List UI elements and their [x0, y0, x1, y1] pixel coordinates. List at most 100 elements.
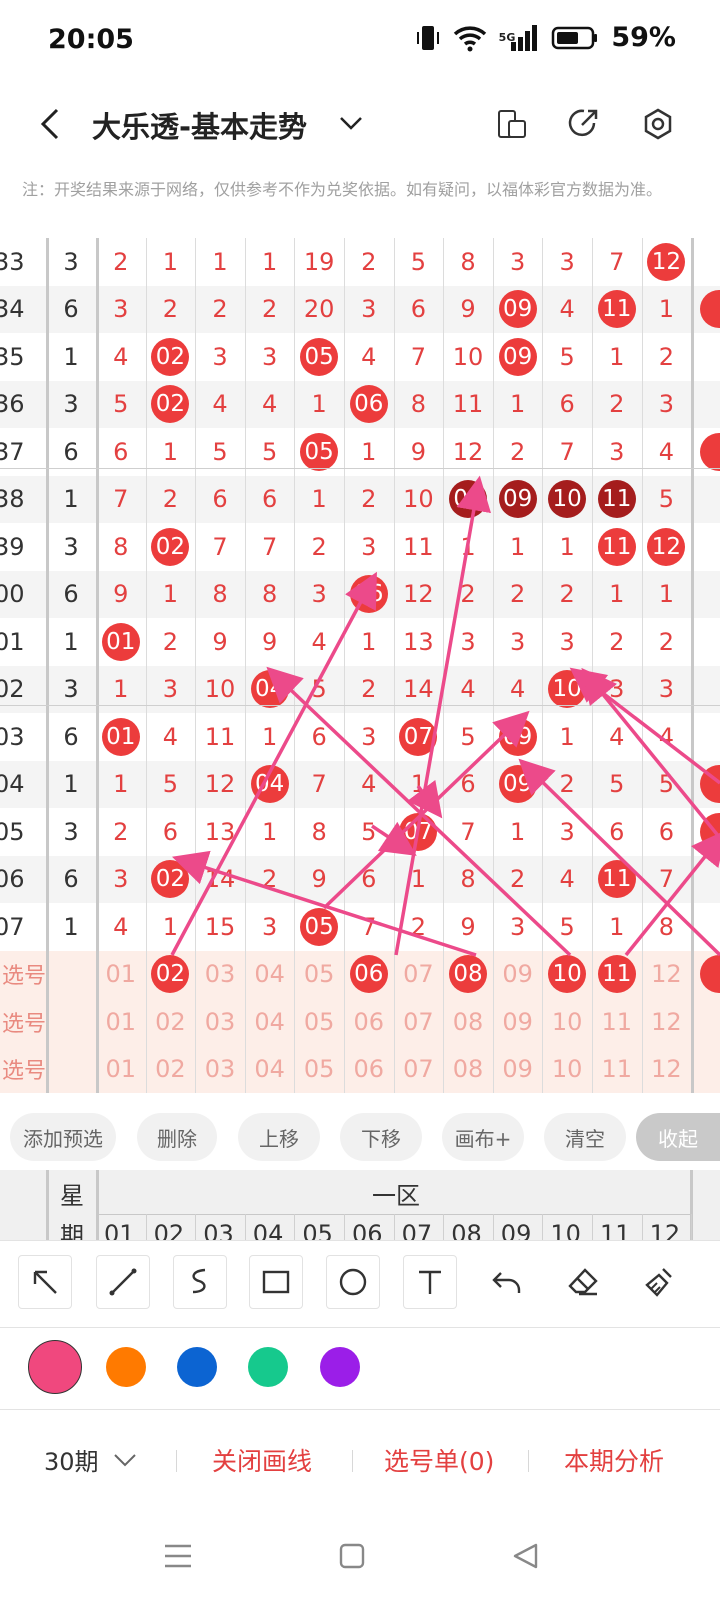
- broom-icon: [645, 1268, 672, 1297]
- miss-count-cell: 10: [452, 342, 484, 371]
- miss-count-cell[interactable]: 07: [394, 998, 444, 1046]
- number-ball-cell: 02: [146, 381, 196, 429]
- curve-tool-button[interactable]: [173, 1255, 227, 1309]
- weekday-value: 3: [63, 247, 79, 276]
- drawn-number-ball: 10: [548, 670, 587, 709]
- miss-count-cell[interactable]: 10: [542, 1046, 592, 1094]
- miss-count-cell: 3: [113, 865, 129, 894]
- color-swatch-purple[interactable]: [320, 1347, 360, 1387]
- clear-canvas-button[interactable]: [632, 1255, 686, 1309]
- drawn-number-ball: 09: [498, 765, 537, 804]
- miss-count-cell[interactable]: 04: [245, 998, 295, 1046]
- color-swatch-orange[interactable]: [106, 1347, 146, 1387]
- weekday-value: 1: [63, 342, 79, 371]
- miss-count-cell[interactable]: 03: [195, 998, 245, 1046]
- miss-count-cell[interactable]: 09: [493, 1046, 543, 1094]
- number-ball-cell[interactable]: 06: [344, 951, 394, 999]
- miss-count-cell[interactable]: 05: [294, 998, 344, 1046]
- add-preselect-button[interactable]: 添加预选: [10, 1113, 116, 1161]
- home-nav-button[interactable]: [330, 1534, 374, 1578]
- move-up-button[interactable]: 上移: [238, 1113, 320, 1161]
- miss-count-cell: 4: [361, 342, 377, 371]
- miss-count-cell[interactable]: 01: [96, 1046, 146, 1094]
- switch-layout-button[interactable]: [492, 104, 532, 144]
- miss-count-cell[interactable]: 09: [493, 998, 543, 1046]
- miss-count-cell[interactable]: 06: [344, 998, 394, 1046]
- menu-nav-button[interactable]: [156, 1534, 200, 1578]
- miss-count-cell[interactable]: 05: [294, 951, 344, 999]
- drawn-number-ball: 02: [151, 337, 190, 376]
- miss-count-cell[interactable]: 04: [245, 1046, 295, 1094]
- drawn-number-ball: 06: [349, 955, 388, 994]
- drawn-number-ball: 08: [448, 480, 487, 519]
- miss-count-cell[interactable]: 01: [96, 951, 146, 999]
- miss-count-cell: 1: [261, 817, 278, 846]
- miss-count-cell[interactable]: 08: [443, 1046, 493, 1094]
- ticket-button[interactable]: 选号单(0): [384, 1442, 494, 1478]
- divider: [176, 1450, 177, 1472]
- page-title[interactable]: 大乐透-基本走势: [92, 104, 307, 146]
- arrow-tool-button[interactable]: [18, 1255, 72, 1309]
- period-analysis-button[interactable]: 本期分析: [564, 1442, 664, 1478]
- miss-count-cell[interactable]: 12: [642, 998, 692, 1046]
- miss-count-cell: 2: [261, 865, 278, 894]
- line-tool-button[interactable]: [96, 1255, 150, 1309]
- miss-count-cell[interactable]: 01: [96, 998, 146, 1046]
- miss-count-cell[interactable]: 10: [542, 998, 592, 1046]
- miss-count-cell: 13: [403, 627, 434, 656]
- collapse-button[interactable]: 收起: [636, 1113, 720, 1161]
- trend-table[interactable]: 33 3 2 1 1 1 19 2 5 8 3 3 7 12 34 6 3 2 2 2 20 3 6 9 09 4 11 1 35 1 4 0…: [0, 238, 720, 1100]
- drawn-number-ball: 04: [250, 765, 289, 804]
- selection-actions: 添加预选 删除 上移 下移 画布+ 清空 收起: [0, 1100, 720, 1170]
- selection-row[interactable]: 选号 01 02 03 04 05 06 07 08 09 10 11 12: [0, 998, 720, 1046]
- number-ball-cell: 11: [592, 523, 642, 571]
- move-down-button[interactable]: 下移: [340, 1113, 422, 1161]
- color-swatch-green[interactable]: [248, 1347, 288, 1387]
- undo-button[interactable]: [480, 1255, 534, 1309]
- selection-row[interactable]: 选号 01 02 03 04 05 06 07 08 09 10 11 12: [0, 1045, 720, 1094]
- number-ball-cell[interactable]: 08: [443, 951, 493, 999]
- miss-count-cell: 6: [460, 770, 476, 799]
- miss-count-cell[interactable]: 07: [394, 1046, 444, 1094]
- miss-count-cell: 13: [204, 817, 236, 846]
- miss-count-cell[interactable]: 07: [394, 951, 444, 999]
- share-button[interactable]: [563, 104, 603, 144]
- clear-button[interactable]: 清空: [544, 1113, 626, 1161]
- miss-count-cell[interactable]: 02: [146, 1046, 196, 1094]
- miss-count-cell[interactable]: 08: [443, 998, 493, 1046]
- number-ball-cell[interactable]: 11: [592, 951, 642, 999]
- miss-count-cell[interactable]: 04: [245, 951, 295, 999]
- miss-count-cell[interactable]: 12: [642, 1046, 692, 1094]
- eraser-button[interactable]: [556, 1255, 610, 1309]
- color-swatch-blue[interactable]: [177, 1347, 217, 1387]
- color-swatch-pink[interactable]: [28, 1340, 82, 1394]
- back-nav-button[interactable]: [504, 1534, 548, 1578]
- delete-button[interactable]: 删除: [137, 1113, 217, 1161]
- rectangle-tool-button[interactable]: [249, 1255, 303, 1309]
- weekday-value: 3: [63, 390, 79, 419]
- settings-button[interactable]: [638, 104, 678, 144]
- miss-count-cell[interactable]: 11: [592, 1046, 642, 1094]
- miss-count-cell[interactable]: 03: [195, 951, 245, 999]
- miss-count-cell[interactable]: 03: [195, 1046, 245, 1094]
- back-button[interactable]: [30, 102, 70, 146]
- app-header: 大乐透-基本走势: [0, 88, 720, 160]
- number-ball-cell[interactable]: 10: [542, 951, 592, 999]
- miss-count-cell[interactable]: 02: [146, 998, 196, 1046]
- text-tool-button[interactable]: [403, 1255, 457, 1309]
- period-selector[interactable]: 30期: [44, 1442, 137, 1477]
- canvas-plus-button[interactable]: 画布+: [442, 1113, 524, 1161]
- miss-count-cell[interactable]: 12: [642, 951, 692, 999]
- drawn-number-ball: 11: [597, 290, 636, 329]
- miss-count-cell[interactable]: 09: [493, 951, 543, 999]
- miss-count-cell[interactable]: 06: [344, 1046, 394, 1094]
- title-dropdown[interactable]: [338, 110, 364, 140]
- miss-count-cell[interactable]: 11: [592, 998, 642, 1046]
- circle-tool-button[interactable]: [326, 1255, 380, 1309]
- number-ball-cell[interactable]: 02: [146, 951, 196, 999]
- selection-row[interactable]: 选号 01 02 03 04 05 06 07 08 09 10 11 12: [0, 950, 720, 999]
- zone-column-number: 12: [649, 1220, 681, 1240]
- number-ball-cell: 07: [394, 808, 444, 856]
- miss-count-cell[interactable]: 05: [294, 1046, 344, 1094]
- close-drawing-button[interactable]: 关闭画线: [212, 1442, 312, 1478]
